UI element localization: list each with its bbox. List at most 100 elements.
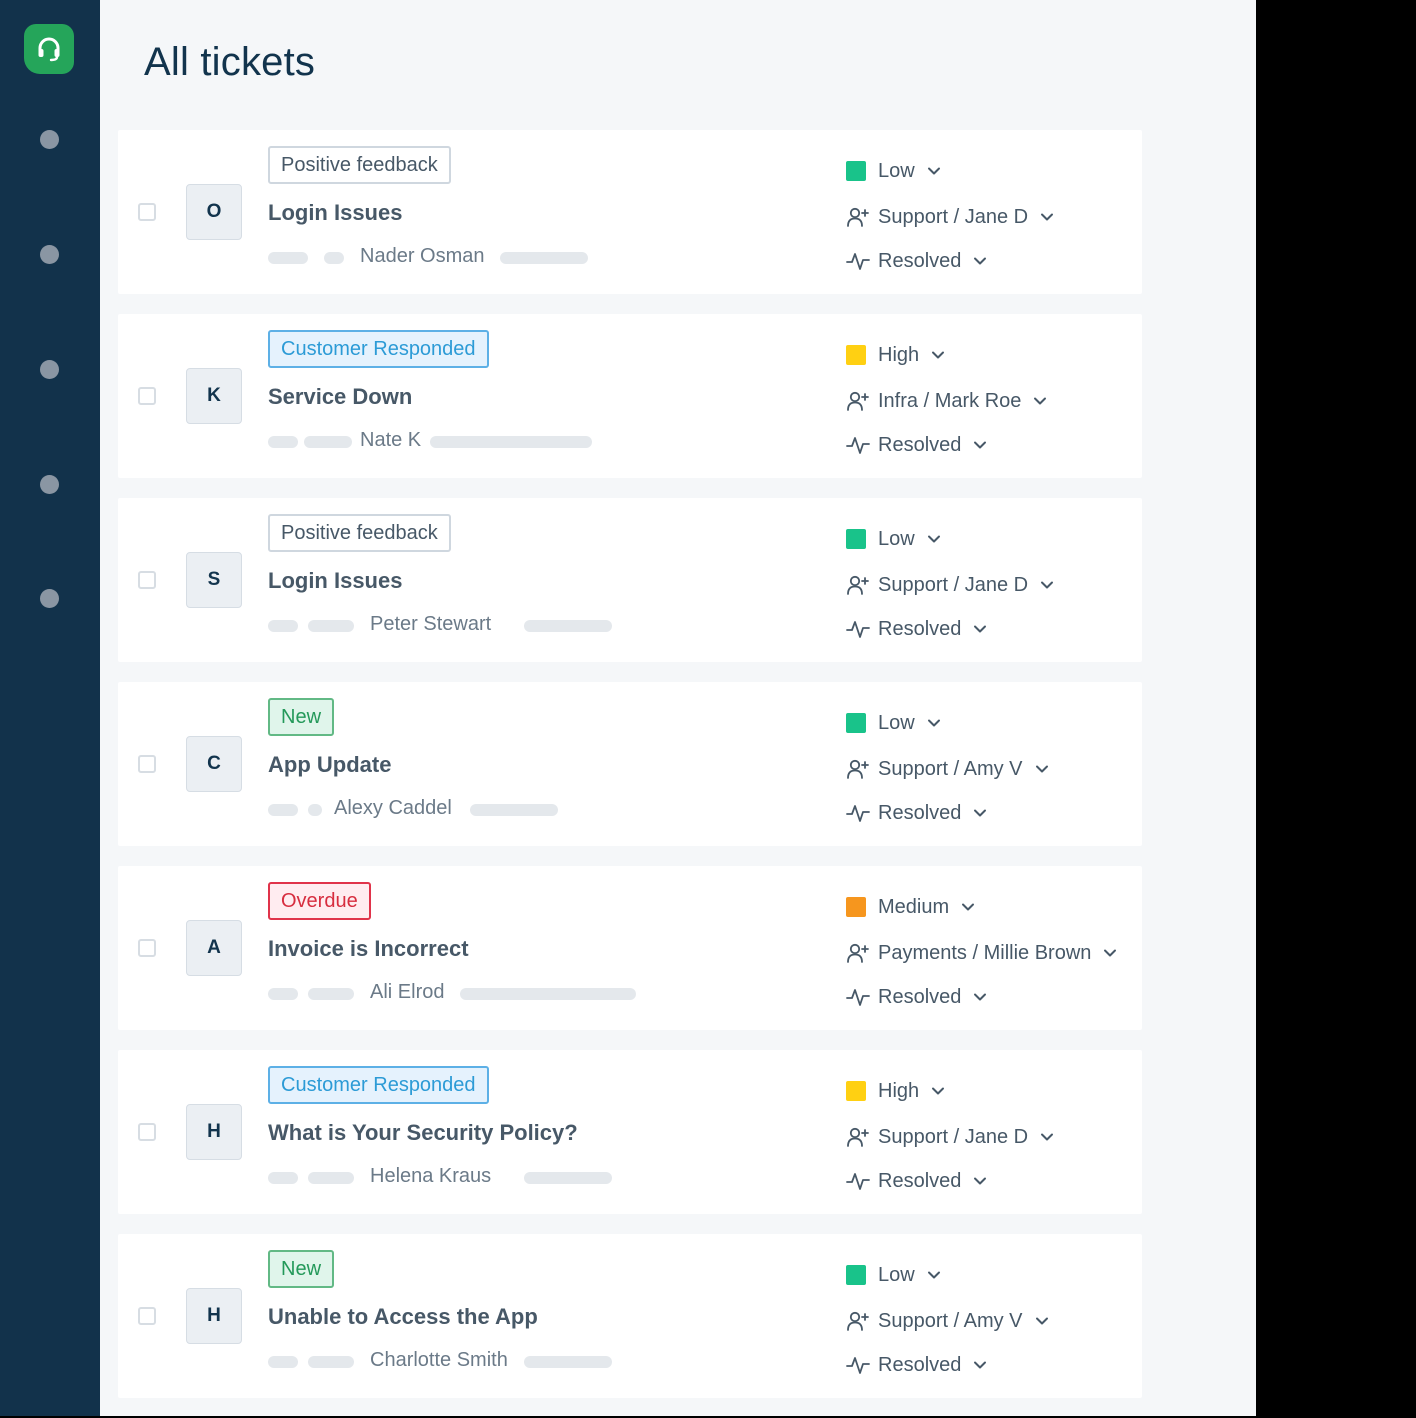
ticket-subject[interactable]: Login Issues: [268, 200, 402, 226]
chevron-down-icon: [974, 441, 987, 449]
chevron-down-icon: [1041, 581, 1054, 589]
priority-color-icon: [846, 713, 866, 733]
meta-placeholder: [304, 436, 352, 448]
priority-dropdown[interactable]: Low: [846, 1261, 941, 1289]
status-label: Resolved: [878, 801, 962, 824]
requester-avatar: C: [186, 736, 242, 792]
ticket-row[interactable]: H Customer Responded What is Your Security…: [118, 1050, 1142, 1214]
status-label: Resolved: [878, 985, 962, 1008]
ticket-properties: Low Support / Amy V Resolved: [846, 1234, 1142, 1398]
activity-icon: [846, 621, 870, 638]
sidebar-nav-item-4[interactable]: [40, 475, 59, 494]
assignee-label: Payments / Millie Brown: [878, 941, 1092, 964]
assignee-dropdown[interactable]: Infra / Mark Roe: [846, 387, 1047, 415]
priority-dropdown[interactable]: Medium: [846, 893, 975, 921]
priority-dropdown[interactable]: Low: [846, 525, 941, 553]
requester-avatar: O: [186, 184, 242, 240]
priority-dropdown[interactable]: High: [846, 341, 945, 369]
assignee-dropdown[interactable]: Support / Jane D: [846, 1123, 1054, 1151]
user-plus-icon: [847, 575, 869, 595]
sidebar-nav-item-2[interactable]: [40, 245, 59, 264]
status-dropdown[interactable]: Resolved: [846, 799, 987, 827]
ticket-properties: High Support / Jane D Resolved: [846, 1050, 1142, 1214]
ticket-subject[interactable]: Login Issues: [268, 568, 402, 594]
priority-color-icon: [846, 1265, 866, 1285]
requester-name: Ali Elrod: [370, 981, 445, 1003]
ticket-checkbox[interactable]: [138, 203, 156, 221]
ticket-row[interactable]: C New App Update Alexy Caddel Low Support / A…: [118, 682, 1142, 846]
meta-placeholder: [430, 436, 592, 448]
assignee-label: Support / Jane D: [878, 573, 1029, 596]
meta-placeholder: [500, 252, 588, 264]
activity-icon: [846, 805, 870, 822]
priority-label: Medium: [878, 895, 950, 918]
ticket-row[interactable]: K Customer Responded Service Down Nate K Hig…: [118, 314, 1142, 478]
requester-name: Charlotte Smith: [370, 1349, 508, 1371]
ticket-row[interactable]: H New Unable to Access the App Charlotte Sm…: [118, 1234, 1142, 1398]
chevron-down-icon: [932, 351, 945, 359]
meta-placeholder: [268, 620, 298, 632]
ticket-subject[interactable]: Invoice is Incorrect: [268, 936, 469, 962]
meta-placeholder: [324, 252, 344, 264]
status-label: Resolved: [878, 249, 962, 272]
meta-placeholder: [308, 620, 354, 632]
meta-placeholder: [268, 988, 298, 1000]
status-dropdown[interactable]: Resolved: [846, 983, 987, 1011]
priority-dropdown[interactable]: Low: [846, 157, 941, 185]
priority-label: Low: [878, 711, 915, 734]
ticket-properties: High Infra / Mark Roe Resolved: [846, 314, 1142, 478]
priority-color-icon: [846, 897, 866, 917]
sidebar-nav-item-1[interactable]: [40, 130, 59, 149]
ticket-checkbox[interactable]: [138, 1123, 156, 1141]
priority-dropdown[interactable]: Low: [846, 709, 941, 737]
chevron-down-icon: [927, 719, 940, 727]
priority-label: High: [878, 343, 920, 366]
assignee-dropdown[interactable]: Payments / Millie Brown: [846, 939, 1117, 967]
ticket-subject[interactable]: App Update: [268, 752, 391, 778]
sidebar-nav-item-3[interactable]: [40, 360, 59, 379]
sidebar-nav-item-5[interactable]: [40, 589, 59, 608]
ticket-checkbox[interactable]: [138, 939, 156, 957]
ticket-checkbox[interactable]: [138, 1307, 156, 1325]
ticket-status-tag: Customer Responded: [268, 1066, 489, 1104]
ticket-row[interactable]: S Positive feedback Login Issues Peter Stew…: [118, 498, 1142, 662]
chevron-down-icon: [974, 1361, 987, 1369]
chevron-down-icon: [1041, 1133, 1054, 1141]
ticket-subject[interactable]: What is Your Security Policy?: [268, 1120, 578, 1146]
user-plus-icon: [847, 391, 869, 411]
priority-dropdown[interactable]: High: [846, 1077, 945, 1105]
meta-placeholder: [268, 1356, 298, 1368]
meta-placeholder: [308, 988, 354, 1000]
ticket-checkbox[interactable]: [138, 755, 156, 773]
chevron-down-icon: [927, 1271, 940, 1279]
status-dropdown[interactable]: Resolved: [846, 431, 987, 459]
assignee-dropdown[interactable]: Support / Jane D: [846, 203, 1054, 231]
ticket-checkbox[interactable]: [138, 571, 156, 589]
priority-color-icon: [846, 529, 866, 549]
page-title: All tickets: [144, 40, 316, 84]
status-dropdown[interactable]: Resolved: [846, 1167, 987, 1195]
user-plus-icon: [847, 759, 869, 779]
ticket-row[interactable]: A Overdue Invoice is Incorrect Ali Elrod Med…: [118, 866, 1142, 1030]
assignee-dropdown[interactable]: Support / Jane D: [846, 571, 1054, 599]
status-label: Resolved: [878, 1353, 962, 1376]
ticket-checkbox[interactable]: [138, 387, 156, 405]
ticket-subject[interactable]: Unable to Access the App: [268, 1304, 538, 1330]
meta-placeholder: [470, 804, 558, 816]
ticket-row[interactable]: O Positive feedback Login Issues Nader Osma…: [118, 130, 1142, 294]
ticket-status-tag: Positive feedback: [268, 514, 451, 552]
assignee-dropdown[interactable]: Support / Amy V: [846, 755, 1049, 783]
status-dropdown[interactable]: Resolved: [846, 247, 987, 275]
assignee-dropdown[interactable]: Support / Amy V: [846, 1307, 1049, 1335]
chevron-down-icon: [1034, 397, 1047, 405]
assignee-label: Support / Jane D: [878, 1125, 1029, 1148]
assignee-label: Support / Jane D: [878, 205, 1029, 228]
meta-placeholder: [268, 804, 298, 816]
chevron-down-icon: [1041, 213, 1054, 221]
ticket-subject[interactable]: Service Down: [268, 384, 412, 410]
status-dropdown[interactable]: Resolved: [846, 615, 987, 643]
status-label: Resolved: [878, 433, 962, 456]
app-logo[interactable]: [24, 24, 74, 74]
chevron-down-icon: [927, 167, 940, 175]
status-dropdown[interactable]: Resolved: [846, 1351, 987, 1379]
